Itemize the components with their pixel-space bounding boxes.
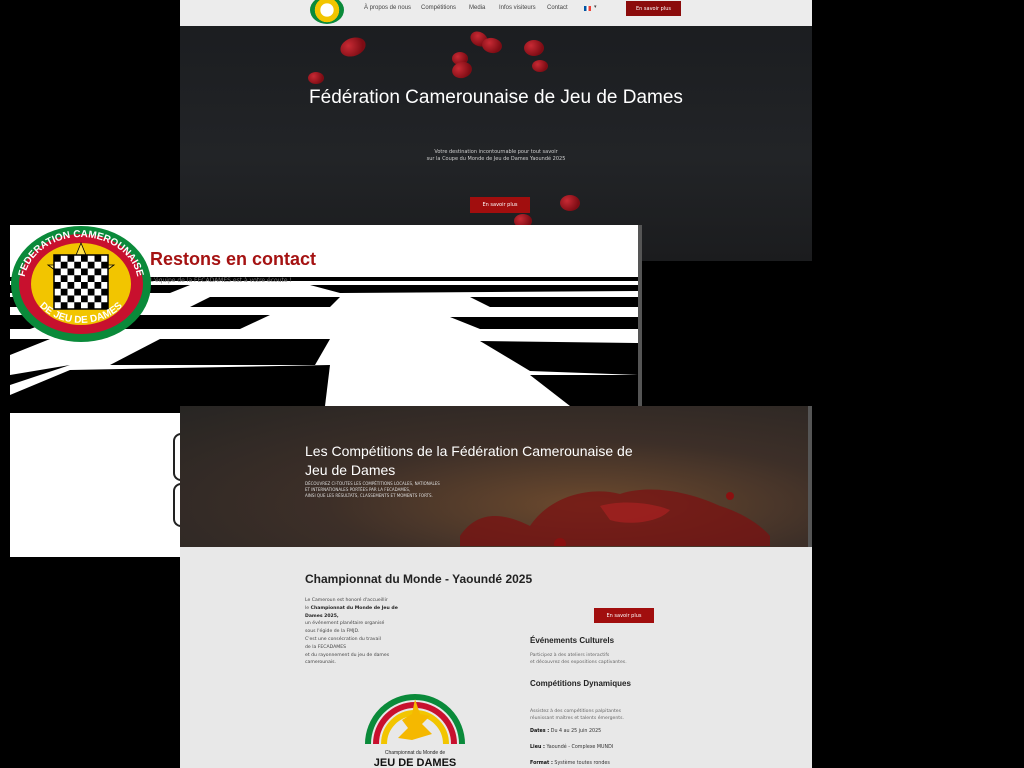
checker-piece-decoration bbox=[532, 60, 548, 72]
hero-section: À propos de nous Compétitions Media Info… bbox=[180, 0, 812, 261]
info-location: Lieu : Yaoundé - Complexe MUNDI bbox=[530, 745, 613, 750]
checker-piece-decoration bbox=[337, 34, 369, 60]
championship-logo-title: JEU DE DAMES bbox=[374, 757, 457, 768]
competitions-section: Les Compétitions de la Fédération Camero… bbox=[180, 406, 812, 768]
event-cultural-title: Événements Culturels bbox=[530, 636, 615, 645]
event-description-line: Assistez à des compétitions palpitantes bbox=[530, 709, 622, 714]
checker-piece-decoration bbox=[308, 72, 324, 84]
championship-logo-icon: Championnat du Monde de JEU DE DAMES bbox=[365, 694, 465, 768]
intro-bold: Championnat du Monde de Jeu de Dames 202… bbox=[305, 605, 398, 619]
info-location-label: Lieu : bbox=[530, 745, 545, 750]
contact-section: Restons en contact L'équipe de la FECADA… bbox=[10, 225, 642, 406]
event-description-line: et découvrez des expositions captivantes… bbox=[530, 660, 627, 665]
competitions-hero: Les Compétitions de la Fédération Camero… bbox=[180, 406, 812, 547]
hero-subtitle-line: Votre destination incontournable pour to… bbox=[434, 149, 558, 155]
intro-line: le Championnat du Monde de Jeu de Dames … bbox=[305, 605, 415, 621]
event-competitions-description: Assistez à des compétitions palpitantes … bbox=[530, 708, 660, 722]
hero-subtitle-line: sur la Coupe du Monde de Jeu de Dames Ya… bbox=[426, 156, 566, 162]
nav-item-media[interactable]: Media bbox=[469, 5, 485, 11]
checker-piece-decoration bbox=[524, 40, 544, 56]
hero-subtitle: Votre destination incontournable pour to… bbox=[350, 149, 642, 163]
nav-item-visitor-info[interactable]: Infos visiteurs bbox=[499, 5, 536, 11]
language-dropdown-caret[interactable]: ▾ bbox=[594, 4, 597, 10]
side-panel bbox=[10, 413, 185, 557]
event-description-line: réunissant maîtres et talents émergents. bbox=[530, 716, 624, 721]
championship-learn-more-button[interactable]: En savoir plus bbox=[594, 608, 654, 623]
intro-line: camerounais. bbox=[305, 660, 337, 666]
event-description-line: Participez à des ateliers interactifs bbox=[530, 653, 610, 658]
info-dates-label: Dates : bbox=[530, 729, 550, 734]
checker-piece-decoration bbox=[480, 36, 504, 55]
intro-line: Le Cameroun est honoré d'accueillir bbox=[305, 598, 388, 603]
contact-title: Restons en contact bbox=[150, 249, 317, 269]
championship-intro: Le Cameroun est honoré d'accueillir le C… bbox=[305, 597, 415, 667]
event-cultural-description: Participez à des ateliers interactifs et… bbox=[530, 652, 660, 666]
nav-item-about[interactable]: À propos de nous bbox=[364, 5, 411, 11]
federation-emblem-icon: FEDERATION CAMEROUNAISE DE JEU DE DAMES bbox=[11, 226, 151, 342]
nav-item-competitions[interactable]: Compétitions bbox=[421, 5, 456, 11]
competitions-description-line: AINSI QUE LES RÉSULTATS, CLASSEMENTS ET … bbox=[305, 493, 433, 498]
contact-subtitle: L'équipe de la FECADAMES est à votre éco… bbox=[150, 277, 292, 284]
top-navigation: À propos de nous Compétitions Media Info… bbox=[180, 0, 812, 26]
info-location-value: Yaoundé - Complexe MUNDI bbox=[546, 745, 614, 750]
info-dates-value: Du 4 au 25 juin 2025 bbox=[550, 729, 602, 734]
nav-item-contact[interactable]: Contact bbox=[547, 5, 568, 11]
intro-word: le bbox=[305, 605, 310, 611]
hero-title: Fédération Camerounaise de Jeu de Dames bbox=[309, 87, 683, 108]
competitions-description: DÉCOUVREZ CI-TOUTES LES COMPÉTITIONS LOC… bbox=[305, 481, 535, 499]
info-format: Format : Système toutes rondes bbox=[530, 761, 610, 766]
competitions-title: Les Compétitions de la Fédération Camero… bbox=[305, 443, 633, 478]
event-competitions-title: Compétitions Dynamiques bbox=[530, 679, 631, 688]
championship-logo-caption: Championnat du Monde de bbox=[385, 750, 446, 756]
federation-logo-icon[interactable] bbox=[310, 0, 344, 24]
checker-piece-decoration bbox=[560, 195, 580, 211]
intro-line: de la FECADAMES bbox=[305, 644, 347, 650]
info-format-label: Format : bbox=[530, 761, 553, 766]
intro-line: sous l'égide de la FMJD. bbox=[305, 629, 360, 635]
french-flag-icon[interactable] bbox=[584, 6, 591, 11]
intro-line: et du rayonnement du jeu de dames bbox=[305, 652, 390, 658]
nav-learn-more-button[interactable]: En savoir plus bbox=[626, 1, 681, 16]
championship-title: Championnat du Monde - Yaoundé 2025 bbox=[305, 572, 533, 586]
info-dates: Dates : Du 4 au 25 juin 2025 bbox=[530, 729, 601, 734]
hero-learn-more-button[interactable]: En savoir plus bbox=[470, 197, 530, 213]
intro-line: un événement planétaire organisé bbox=[305, 621, 385, 627]
intro-line: C'est une consécration du travail bbox=[305, 636, 381, 642]
info-format-value: Système toutes rondes bbox=[554, 761, 610, 766]
